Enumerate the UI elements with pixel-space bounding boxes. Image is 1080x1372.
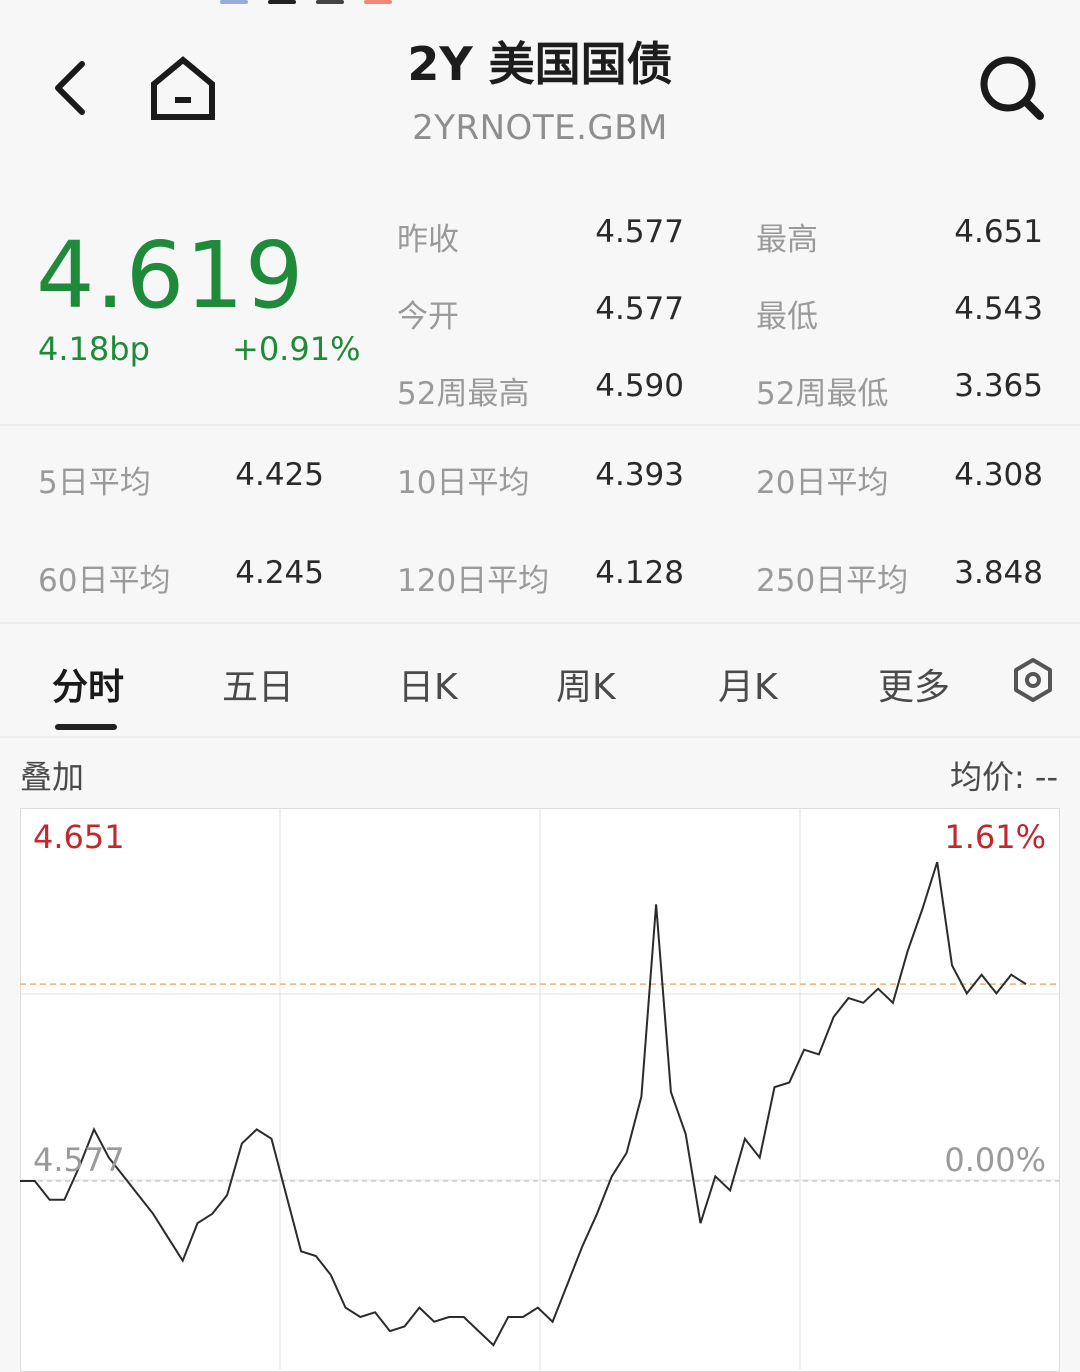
avg-label-5d: 5日平均 <box>38 465 151 501</box>
stat-value-low: 4.543 <box>954 291 1043 327</box>
search-button[interactable] <box>976 52 1048 124</box>
average-price-label: 均价: -- <box>949 758 1058 796</box>
tab-more[interactable]: 更多 <box>878 658 950 710</box>
intraday-chart-svg <box>20 808 1060 1372</box>
intraday-chart[interactable]: 4.651 1.61% 4.577 0.00% <box>20 808 1060 1372</box>
divider <box>0 424 1080 426</box>
avg-label-120d: 120日平均 <box>397 563 550 599</box>
avg-label-250d: 250日平均 <box>756 563 909 599</box>
stat-label-prev-close: 昨收 <box>397 222 459 258</box>
stat-label-52w-low: 52周最低 <box>756 376 889 412</box>
overlay-button[interactable]: 叠加 <box>20 752 84 798</box>
stat-label-low: 最低 <box>756 299 818 335</box>
y-max-label: 4.651 <box>33 818 125 856</box>
change-percent: +0.91% <box>232 330 361 368</box>
avg-value-120d: 4.128 <box>595 555 684 591</box>
stat-value-52w-low: 3.365 <box>954 368 1043 404</box>
stat-label-high: 最高 <box>756 222 818 258</box>
tab-five-day[interactable]: 五日 <box>222 658 294 710</box>
stat-label-open: 今开 <box>397 299 459 335</box>
current-price: 4.619 <box>36 222 305 329</box>
divider <box>0 622 1080 624</box>
tab-daily-k[interactable]: 日K <box>398 658 458 710</box>
avg-value-10d: 4.393 <box>595 457 684 493</box>
avg-value-60d: 4.245 <box>235 555 324 591</box>
avg-label-60d: 60日平均 <box>38 563 171 599</box>
y-ref-label: 4.577 <box>33 1141 125 1179</box>
stat-label-52w-high: 52周最高 <box>397 376 530 412</box>
avg-value-250d: 3.848 <box>954 555 1043 591</box>
tab-monthly-k[interactable]: 月K <box>718 658 778 710</box>
header: 2Y 美国国债 2YRNOTE.GBM <box>0 0 1080 190</box>
stat-value-52w-high: 4.590 <box>595 368 684 404</box>
stat-value-open: 4.577 <box>595 291 684 327</box>
avg-label-10d: 10日平均 <box>397 465 530 501</box>
pct-ref-label: 0.00% <box>944 1141 1046 1179</box>
tab-intraday[interactable]: 分时 <box>52 658 124 710</box>
divider <box>0 736 1080 738</box>
stat-value-prev-close: 4.577 <box>595 214 684 250</box>
search-icon <box>980 56 1044 120</box>
active-tab-indicator <box>55 724 117 730</box>
avg-value-20d: 4.308 <box>954 457 1043 493</box>
tab-weekly-k[interactable]: 周K <box>556 658 616 710</box>
ticker-code: 2YRNOTE.GBM <box>412 108 668 148</box>
avg-label-20d: 20日平均 <box>756 465 889 501</box>
pct-max-label: 1.61% <box>944 818 1046 856</box>
page-title: 2Y 美国国债 <box>407 37 673 91</box>
change-bp: 4.18bp <box>38 330 150 368</box>
price-line <box>20 861 1027 1347</box>
settings-hexagon-icon <box>1014 658 1052 702</box>
avg-value-5d: 4.425 <box>235 457 324 493</box>
chart-settings-button[interactable] <box>1010 656 1056 704</box>
stat-value-high: 4.651 <box>954 214 1043 250</box>
